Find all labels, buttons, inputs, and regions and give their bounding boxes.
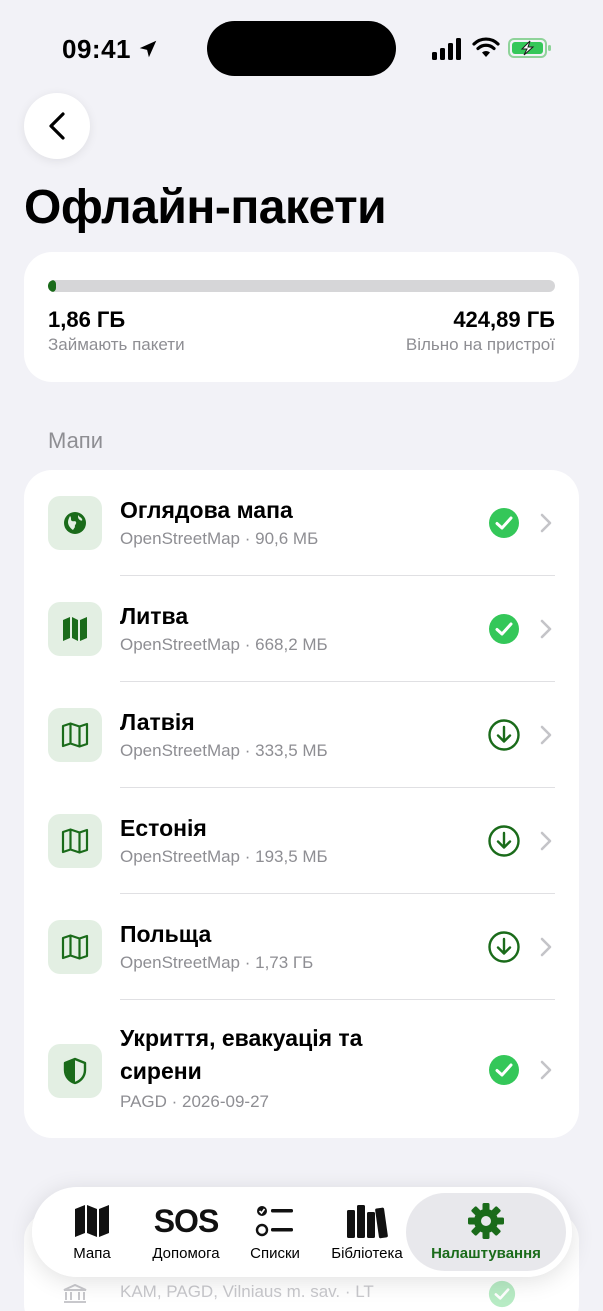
list-item-title: Польща [120,921,212,947]
tab-label: Налаштування [431,1245,541,1262]
download-icon[interactable] [488,719,520,751]
checkmark-circle-icon [489,614,519,644]
map-outline-icon [48,920,102,974]
chevron-right-icon [540,725,552,745]
list-item-subtitle: OpenStreetMap · 1,73 ГБ [120,953,314,972]
gear-icon [468,1203,504,1239]
used-storage-value: 1,86 ГБ [48,307,126,332]
list-item-title: Оглядова мапа [120,497,293,523]
sos-icon: SOS [153,1202,220,1239]
list-item[interactable]: Польща OpenStreetMap · 1,73 ГБ [24,894,579,1000]
list-item[interactable]: Укриття, евакуація та сирени PAGD · 2026… [24,1000,579,1138]
peek-list-item-subtitle: KAM, PAGD, Vilniaus m. sav. · LT [120,1282,374,1301]
storage-progress-bar [48,280,555,292]
cellular-signal-icon [432,38,461,60]
chevron-left-icon [49,112,65,140]
building-icon [63,1284,87,1303]
tab-library[interactable]: Бібліотека [322,1187,412,1277]
tab-lists[interactable]: Списки [238,1187,312,1277]
dynamic-island [207,21,396,76]
chevron-right-icon [540,619,552,639]
free-storage-label: Вільно на пристрої [405,335,555,354]
battery-charging-icon [508,38,551,58]
page-title: Офлайн-пакети [24,181,387,234]
checkmark-circle-icon [489,1055,519,1085]
maps-list: Оглядова мапа OpenStreetMap · 90,6 МБ Ли… [24,470,579,1138]
list-item-title: Укриття, евакуація та сирени [120,1025,363,1084]
checkmark-circle-icon [488,1280,516,1308]
download-icon[interactable] [488,825,520,857]
storage-card: 1,86 ГБ Займають пакети 424,89 ГБ Вільно… [24,252,579,382]
tab-help[interactable]: SOS Допомога [140,1187,232,1277]
list-item-subtitle: OpenStreetMap · 193,5 МБ [120,847,328,866]
list-item-title: Латвія [120,709,195,735]
tab-label: Списки [250,1245,300,1262]
tab-bar: Мапа SOS Допомога Списки Бібліотека Нала… [32,1187,572,1277]
tab-label: Мапа [73,1245,111,1262]
status-time: 09:41 [62,34,131,64]
section-title-maps: Мапи [48,428,104,453]
list-item[interactable]: Естонія OpenStreetMap · 193,5 МБ [24,788,579,894]
chevron-right-icon [540,1060,552,1080]
checkmark-circle-icon [489,508,519,538]
storage-progress-fill [48,280,57,292]
list-item-subtitle: OpenStreetMap · 668,2 МБ [120,635,328,654]
back-button[interactable] [24,93,90,159]
tab-settings[interactable]: Налаштування [406,1193,566,1271]
tab-map[interactable]: Мапа [52,1187,132,1277]
status-bar: 09:41 [0,0,603,96]
chevron-right-icon [540,937,552,957]
list-item-subtitle: PAGD · 2026-09-27 [120,1092,269,1111]
list-item-title: Естонія [120,815,207,841]
checklist-icon [255,1206,293,1237]
list-item[interactable]: Литва OpenStreetMap · 668,2 МБ [24,576,579,682]
chevron-right-icon [540,513,552,533]
used-storage-label: Займають пакети [48,335,185,354]
shield-icon [48,1044,102,1098]
books-icon [347,1205,388,1239]
list-item-subtitle: OpenStreetMap · 333,5 МБ [120,741,328,760]
list-item-title: Литва [120,603,189,629]
map-outline-icon [48,708,102,762]
map-icon [75,1205,109,1237]
chevron-right-icon [540,831,552,851]
list-item[interactable]: Латвія OpenStreetMap · 333,5 МБ [24,682,579,788]
wifi-icon [472,37,500,57]
tab-label: Допомога [152,1245,220,1262]
tab-label: Бібліотека [331,1245,403,1262]
map-filled-icon [48,602,102,656]
download-icon[interactable] [488,931,520,963]
map-outline-icon [48,814,102,868]
globe-icon [48,496,102,550]
list-item[interactable]: Оглядова мапа OpenStreetMap · 90,6 МБ [24,470,579,576]
list-item-subtitle: OpenStreetMap · 90,6 МБ [120,529,319,548]
location-arrow-icon [139,40,157,58]
free-storage-value: 424,89 ГБ [453,307,555,332]
